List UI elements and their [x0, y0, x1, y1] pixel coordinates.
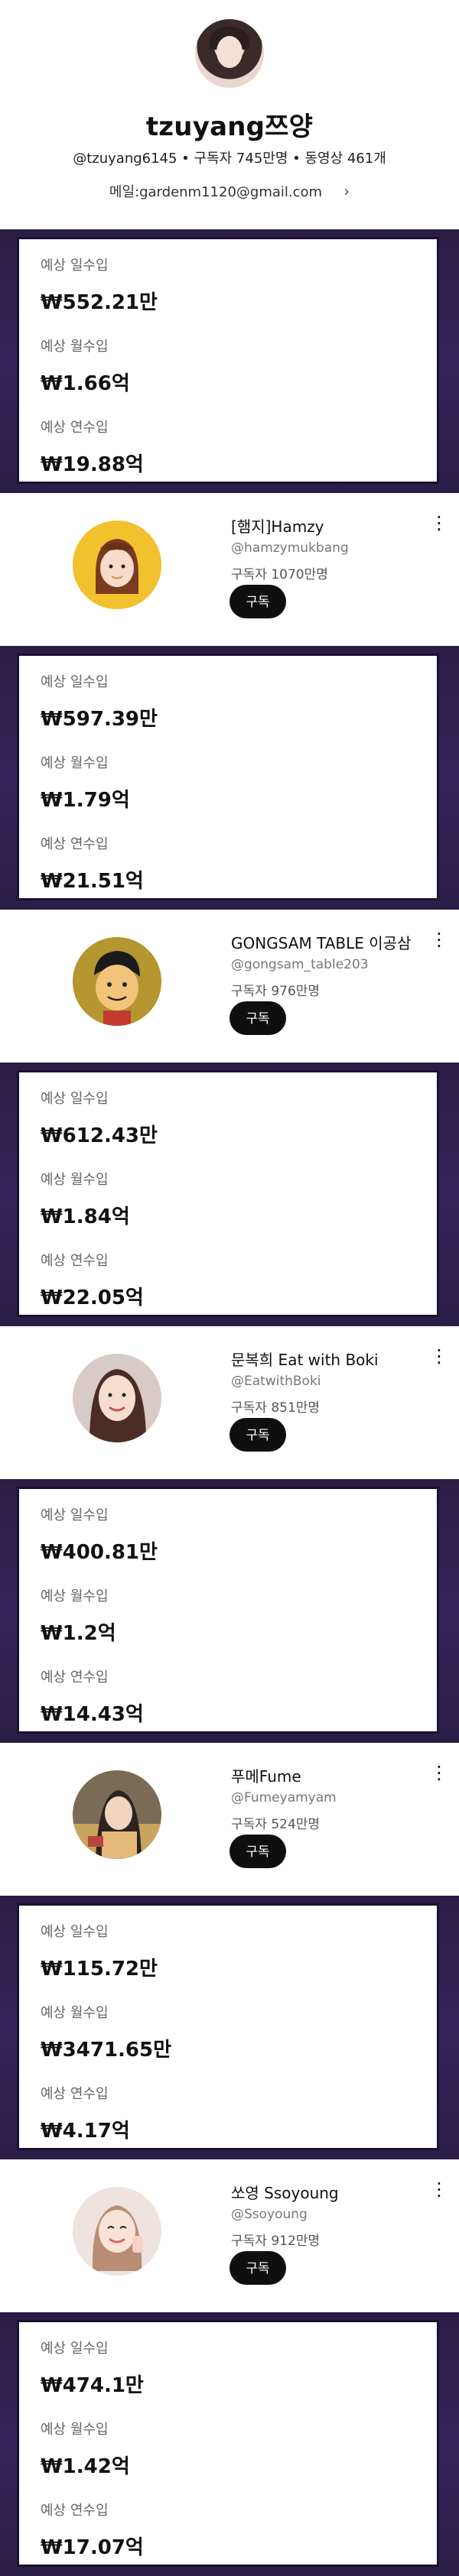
channel-stats: @tzuyang6145 • 구독자 745만명 • 동영상 461개: [73, 151, 386, 167]
channel-handle: @hamzymukbang: [231, 540, 349, 556]
channel-name[interactable]: 문복희 Eat with Boki: [231, 1348, 379, 1370]
monthly-income-value: ₩1.42억: [41, 2455, 130, 2478]
subscriber-count: 구독자 1070만명: [231, 567, 328, 582]
income-card: 예상 일수입 ₩474.1만 예상 월수입 ₩1.42억 예상 연수입 ₩17.…: [0, 2312, 459, 2576]
subscriber-count: 구독자 976만명: [231, 984, 321, 999]
monthly-income-label: 예상 월수입: [41, 755, 109, 771]
income-panel: 예상 일수입 ₩612.43만 예상 월수입 ₩1.84억 예상 연수입 ₩22…: [17, 1070, 439, 1317]
subscriber-count: 구독자 851만명: [231, 1400, 321, 1416]
more-options-icon[interactable]: ⋮: [430, 1761, 448, 1784]
gongsam-avatar-icon[interactable]: [73, 937, 161, 1026]
daily-income-label: 예상 일수입: [41, 1507, 109, 1523]
channel-row[interactable]: 쏘영 Ssoyoung @Ssoyoung 구독자 912만명 구독 ⋮: [0, 2159, 459, 2312]
income-panel: 예상 일수입 ₩400.81만 예상 월수입 ₩1.2억 예상 연수입 ₩14.…: [17, 1487, 439, 1734]
channel-row[interactable]: 문복희 Eat with Boki @EatwithBoki 구독자 851만명…: [0, 1326, 459, 1479]
channel-handle: @Fumeyamyam: [231, 1790, 337, 1805]
channel-name[interactable]: 푸메Fume: [231, 1764, 301, 1786]
income-card: 예상 일수입 ₩115.72만 예상 월수입 ₩3471.65만 예상 연수입 …: [0, 1896, 459, 2159]
monthly-income-value: ₩1.79억: [41, 789, 130, 812]
yearly-income-value: ₩21.51억: [41, 870, 144, 893]
daily-income-value: ₩400.81만: [41, 1541, 158, 1564]
channel-row[interactable]: GONGSAM TABLE 이공삼 @gongsam_table203 구독자 …: [0, 910, 459, 1063]
channel-handle: @gongsam_table203: [231, 957, 369, 972]
yearly-income-label: 예상 연수입: [41, 2503, 109, 2519]
boki-avatar-icon[interactable]: [73, 1354, 161, 1442]
daily-income-label: 예상 일수입: [41, 258, 109, 274]
yearly-income-value: ₩22.05억: [41, 1286, 144, 1309]
channel-row[interactable]: [햄지]Hamzy @hamzymukbang 구독자 1070만명 구독 ⋮: [0, 493, 459, 646]
channel-avatar[interactable]: [195, 19, 264, 88]
yearly-income-value: ₩17.07억: [41, 2536, 144, 2559]
channel-row[interactable]: 푸메Fume @Fumeyamyam 구독자 524만명 구독 ⋮: [0, 1743, 459, 1896]
hamzy-avatar-icon[interactable]: [73, 521, 161, 609]
subscribe-button[interactable]: 구독: [230, 1835, 286, 1868]
yearly-income-label: 예상 연수입: [41, 1253, 109, 1269]
monthly-income-label: 예상 월수입: [41, 2005, 109, 2021]
daily-income-value: ₩115.72만: [41, 1958, 158, 1981]
email-text: 메일:gardenm1120@gmail.com: [109, 184, 323, 200]
subscribe-button[interactable]: 구독: [230, 1418, 286, 1452]
monthly-income-value: ₩1.84억: [41, 1205, 130, 1228]
channel-name: tzuyang쯔양: [145, 112, 314, 142]
income-panel: 예상 일수입 ₩552.21만 예상 월수입 ₩1.66억 예상 연수입 ₩19…: [17, 237, 439, 484]
channel-name[interactable]: GONGSAM TABLE 이공삼: [231, 931, 411, 953]
channel-handle: @Ssoyoung: [231, 2207, 308, 2222]
yearly-income-value: ₩4.17억: [41, 2120, 130, 2143]
yearly-income-value: ₩14.43억: [41, 1703, 144, 1726]
channel-email-link[interactable]: 메일:gardenm1120@gmail.com ›: [0, 181, 459, 201]
income-card: 예상 일수입 ₩400.81만 예상 월수입 ₩1.2억 예상 연수입 ₩14.…: [0, 1479, 459, 1743]
subscriber-count: 구독자 524만명: [231, 1817, 321, 1832]
yearly-income-label: 예상 연수입: [41, 836, 109, 852]
yearly-income-label: 예상 연수입: [41, 2086, 109, 2102]
income-card: 예상 일수입 ₩552.21만 예상 월수입 ₩1.66억 예상 연수입 ₩19…: [0, 229, 459, 493]
income-card: 예상 일수입 ₩612.43만 예상 월수입 ₩1.84억 예상 연수입 ₩22…: [0, 1063, 459, 1326]
channel-name[interactable]: 쏘영 Ssoyoung: [231, 2181, 339, 2203]
subscribe-button[interactable]: 구독: [230, 585, 286, 618]
daily-income-label: 예상 일수입: [41, 1924, 109, 1940]
daily-income-value: ₩474.1만: [41, 2374, 144, 2397]
monthly-income-value: ₩1.2억: [41, 1622, 116, 1645]
monthly-income-label: 예상 월수입: [41, 1588, 109, 1604]
income-panel: 예상 일수입 ₩597.39만 예상 월수입 ₩1.79억 예상 연수입 ₩21…: [17, 654, 439, 900]
monthly-income-value: ₩3471.65만: [41, 2039, 172, 2062]
daily-income-value: ₩612.43만: [41, 1124, 158, 1147]
daily-income-value: ₩552.21만: [41, 291, 158, 314]
more-options-icon[interactable]: ⋮: [430, 1345, 448, 1367]
yearly-income-label: 예상 연수입: [41, 420, 109, 436]
more-options-icon[interactable]: ⋮: [430, 928, 448, 951]
income-panel: 예상 일수입 ₩474.1만 예상 월수입 ₩1.42억 예상 연수입 ₩17.…: [17, 2320, 439, 2567]
yearly-income-value: ₩19.88억: [41, 453, 144, 476]
subscribe-button[interactable]: 구독: [230, 1001, 286, 1035]
ssoyoung-avatar-icon[interactable]: [73, 2187, 161, 2276]
daily-income-value: ₩597.39만: [41, 708, 158, 731]
top-channel-profile: tzuyang쯔양 @tzuyang6145 • 구독자 745만명 • 동영상…: [0, 0, 459, 229]
daily-income-label: 예상 일수입: [41, 674, 109, 690]
subscribe-button[interactable]: 구독: [230, 2251, 286, 2285]
fume-avatar-icon[interactable]: [73, 1770, 161, 1859]
monthly-income-label: 예상 월수입: [41, 1172, 109, 1188]
chevron-right-icon: ›: [343, 182, 350, 200]
subscriber-count: 구독자 912만명: [231, 2234, 321, 2249]
avatar-face-shape: [216, 36, 243, 68]
monthly-income-label: 예상 월수입: [41, 339, 109, 355]
daily-income-label: 예상 일수입: [41, 2341, 109, 2357]
yearly-income-label: 예상 연수입: [41, 1669, 109, 1685]
more-options-icon[interactable]: ⋮: [430, 2178, 448, 2201]
monthly-income-label: 예상 월수입: [41, 2422, 109, 2438]
daily-income-label: 예상 일수입: [41, 1091, 109, 1107]
channel-handle: @EatwithBoki: [231, 1374, 321, 1389]
monthly-income-value: ₩1.66억: [41, 372, 130, 395]
income-panel: 예상 일수입 ₩115.72만 예상 월수입 ₩3471.65만 예상 연수입 …: [17, 1903, 439, 2150]
income-card: 예상 일수입 ₩597.39만 예상 월수입 ₩1.79억 예상 연수입 ₩21…: [0, 646, 459, 910]
more-options-icon[interactable]: ⋮: [430, 511, 448, 534]
channel-name[interactable]: [햄지]Hamzy: [231, 514, 324, 537]
